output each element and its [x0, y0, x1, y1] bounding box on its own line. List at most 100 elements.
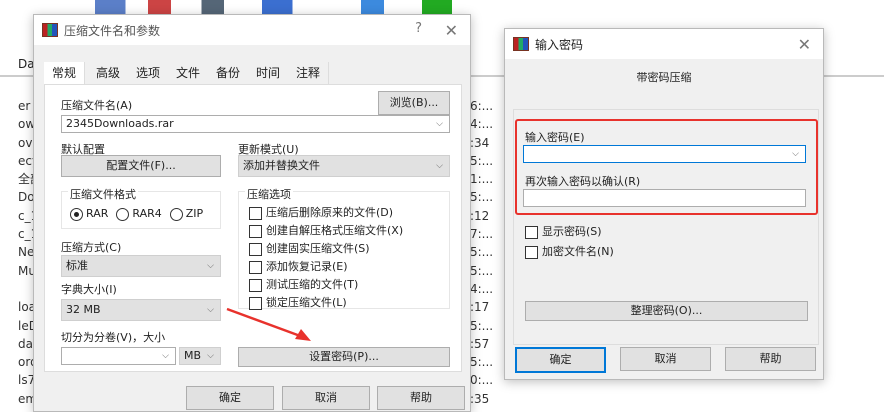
winrar-logo-icon [42, 23, 58, 37]
help-button[interactable]: 帮助 [725, 347, 816, 371]
checkbox-icon [249, 224, 262, 238]
tab-3[interactable]: 文件 [168, 62, 210, 84]
tab-5[interactable]: 时间 [248, 62, 290, 84]
close-icon[interactable]: ✕ [445, 21, 458, 40]
option-checkbox[interactable]: 压缩后删除原来的文件(D) [249, 204, 403, 222]
background-file-date: :17 [470, 300, 490, 315]
split-size-input[interactable]: ⌵ [61, 347, 176, 365]
background-file-date: 1:... [470, 172, 494, 187]
archive-name-label: 压缩文件名(A) [61, 99, 133, 112]
format-label: RAR4 [132, 207, 162, 220]
password-dialog-title: 输入密码 [535, 37, 584, 52]
ok-button[interactable]: 确定 [515, 347, 606, 373]
encrypt-names-checkbox[interactable]: 加密文件名(N) [525, 243, 614, 259]
show-password-checkbox[interactable]: 显示密码(S) [525, 223, 602, 239]
background-file-date: 5:... [470, 318, 494, 333]
confirm-password-label: 再次输入密码以确认(R) [525, 175, 641, 188]
password-subtitle: 带密码压缩 [636, 71, 692, 84]
format-label: RAR [86, 207, 109, 220]
background-toolbar [95, 0, 475, 14]
tab-4[interactable]: 备份 [208, 62, 250, 84]
background-file-date: :57 [470, 336, 490, 351]
help-button[interactable]: 帮助 [377, 386, 465, 410]
background-file-date: :34 [470, 135, 490, 150]
format-radio-zip[interactable]: ZIP [169, 207, 204, 221]
password-dialog: 输入密码 ✕ 带密码压缩 输入密码(E) ⌵ 再次输入密码以确认(R) 显示密码… [504, 28, 824, 380]
format-label: 压缩文件格式 [68, 186, 138, 202]
checkbox-icon [249, 260, 262, 274]
update-mode-select[interactable]: 添加并替换文件 ⌵ [238, 155, 450, 177]
background-file-date: 5:... [470, 355, 494, 370]
background-file-date: :12 [470, 208, 490, 223]
cancel-button[interactable]: 取消 [620, 347, 711, 371]
background-file-date: 0:... [470, 373, 494, 388]
tab-2[interactable]: 选项 [128, 62, 170, 84]
chevron-down-icon: ⌵ [207, 305, 214, 315]
organize-passwords-button[interactable]: 整理密码(O)... [525, 301, 808, 321]
profiles-button[interactable]: 配置文件(F)... [61, 155, 221, 177]
checkbox-icon [249, 206, 262, 220]
cancel-button[interactable]: 取消 [282, 386, 370, 410]
option-label: 压缩后删除原来的文件(D) [266, 206, 394, 219]
password-dialog-titlebar: 输入密码 ✕ [505, 29, 823, 59]
tab-1[interactable]: 高级 [88, 62, 130, 84]
red-arrow-annotation [226, 307, 311, 341]
background-file-date: 4:... [470, 117, 494, 132]
option-label: 创建固实压缩文件(S) [266, 242, 370, 255]
background-file-date: 6:... [470, 99, 494, 113]
checkbox-icon [249, 278, 262, 292]
chevron-down-icon: ⌵ [436, 119, 443, 129]
set-password-button[interactable]: 设置密码(P)... [238, 347, 450, 367]
archive-name-input[interactable]: 2345Downloads.rar ⌵ [61, 115, 450, 133]
chevron-down-icon: ⌵ [436, 161, 443, 171]
option-label: 测试压缩的文件(T) [266, 278, 359, 291]
method-label: 压缩方式(C) [61, 241, 122, 254]
option-checkbox[interactable]: 创建自解压格式压缩文件(X) [249, 222, 403, 240]
options-group: 压缩选项 压缩后删除原来的文件(D) 创建自解压格式压缩文件(X) 创建固实压缩文件… [238, 186, 450, 310]
format-radio-rar4[interactable]: RAR4 [116, 207, 162, 221]
option-label: 创建自解压格式压缩文件(X) [266, 224, 404, 237]
background-file-date: 5:... [470, 263, 494, 278]
chevron-down-icon: ⌵ [792, 149, 799, 159]
format-radio-rar[interactable]: RAR [70, 207, 108, 221]
dictionary-select[interactable]: 32 MB ⌵ [61, 299, 221, 321]
archive-dialog-titlebar: 压缩文件名和参数 ? ✕ [34, 15, 470, 45]
options-label: 压缩选项 [245, 186, 293, 202]
close-icon[interactable]: ✕ [798, 35, 811, 54]
format-group: 压缩文件格式 RAR RAR4 ZIP [61, 186, 221, 229]
checkbox-icon [249, 242, 262, 256]
format-label: ZIP [185, 207, 204, 220]
tab-6[interactable]: 注释 [288, 62, 330, 84]
split-unit-select[interactable]: MB ⌵ [179, 347, 221, 365]
background-file-date: 4:... [470, 281, 494, 296]
radio-icon [169, 207, 183, 221]
enter-password-input[interactable]: ⌵ [523, 145, 806, 163]
chevron-down-icon: ⌵ [207, 351, 214, 361]
option-checkbox[interactable]: 添加恢复记录(E) [249, 258, 403, 276]
background-file-date: 5:... [470, 153, 494, 168]
background-file-date: 7:... [470, 227, 494, 242]
radio-icon [70, 207, 83, 221]
browse-button[interactable]: 浏览(B)... [378, 91, 450, 115]
background-file-date: :35 [470, 391, 490, 406]
winrar-logo-icon [513, 37, 529, 51]
background-file-dates: 6:... 4:... :34 5:... 1:... 5:... :12 7:... 5:..… [470, 97, 493, 408]
method-select[interactable]: 标准 ⌵ [61, 255, 221, 277]
tab-0[interactable]: 常规 [44, 62, 86, 86]
help-icon[interactable]: ? [415, 21, 422, 36]
background-file-date: 5:... [470, 245, 494, 260]
chevron-down-icon: ⌵ [207, 261, 214, 271]
chevron-down-icon: ⌵ [162, 351, 169, 361]
option-checkbox[interactable]: 测试压缩的文件(T) [249, 276, 403, 294]
enter-password-label: 输入密码(E) [525, 131, 585, 144]
archive-dialog: 压缩文件名和参数 ? ✕ 常规 高级 选项 文件 备份 时间 注释 压缩文件名(A) 浏览(… [33, 14, 471, 412]
option-checkbox[interactable]: 创建固实压缩文件(S) [249, 240, 403, 258]
background-file-date: 5:... [470, 190, 494, 205]
confirm-password-input[interactable] [523, 189, 806, 207]
dictionary-label: 字典大小(I) [61, 283, 117, 296]
archive-dialog-title: 压缩文件名和参数 [64, 23, 161, 38]
ok-button[interactable]: 确定 [186, 386, 274, 410]
option-label: 添加恢复记录(E) [266, 260, 348, 273]
radio-icon [116, 207, 130, 221]
split-label: 切分为分卷(V)，大小 [61, 331, 166, 344]
